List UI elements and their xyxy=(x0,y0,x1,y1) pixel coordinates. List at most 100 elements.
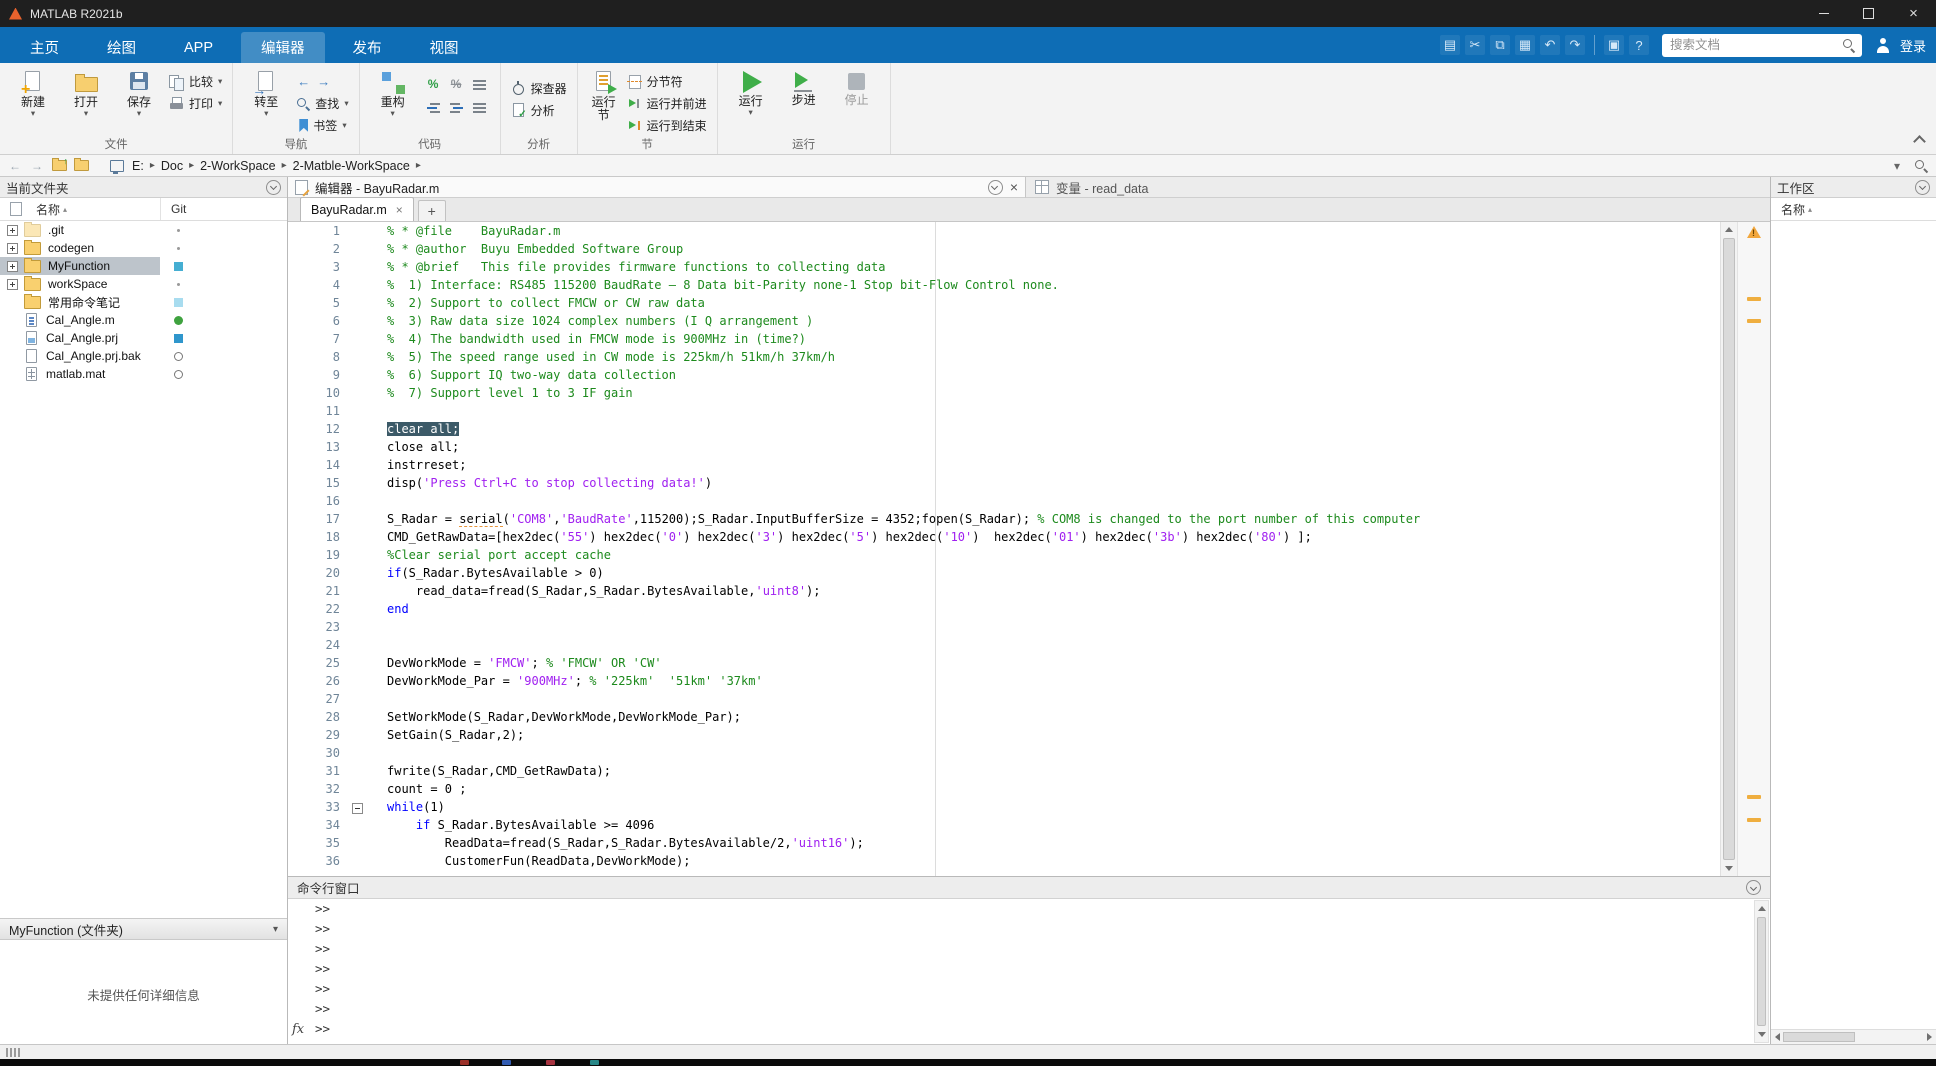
scrollbar-thumb[interactable] xyxy=(1783,1032,1855,1042)
layout-icon[interactable]: ▣ xyxy=(1604,35,1624,55)
scroll-left-icon[interactable] xyxy=(1775,1033,1780,1041)
profiler-button[interactable]: 探查器 xyxy=(511,79,567,98)
breadcrumb-segment[interactable]: Doc xyxy=(161,159,183,173)
folder-item-常用命令笔记[interactable]: 常用命令笔记 xyxy=(0,293,287,311)
address-search-icon[interactable] xyxy=(1912,158,1930,174)
expand-icon[interactable] xyxy=(7,261,18,272)
breadcrumb-segment[interactable]: 2-WorkSpace xyxy=(200,159,276,173)
run-button[interactable]: 运行▾ xyxy=(728,67,774,116)
folder-item-Cal_Angle.m[interactable]: Cal_Angle.m xyxy=(0,311,287,329)
editor-close-icon[interactable]: × xyxy=(1010,180,1018,194)
command-output[interactable]: >>>>>>>>>>>>>> xyxy=(288,899,1752,1044)
warning-mark[interactable] xyxy=(1747,795,1761,799)
scroll-down-icon[interactable] xyxy=(1755,1027,1768,1042)
scroll-down-icon[interactable] xyxy=(1721,861,1737,876)
command-prompt[interactable]: >> xyxy=(288,899,1752,919)
section-break-button[interactable]: 分节符 xyxy=(627,72,707,91)
command-window-menu-icon[interactable] xyxy=(1746,880,1761,895)
undo-icon[interactable]: ↶ xyxy=(1540,35,1560,55)
folder-item-codegen[interactable]: codegen xyxy=(0,239,287,257)
command-prompt[interactable]: >> xyxy=(288,979,1752,999)
expand-icon[interactable] xyxy=(7,279,18,290)
run-advance-button[interactable]: 运行并前进 xyxy=(627,94,707,113)
comment-icon[interactable]: % xyxy=(426,77,441,92)
breadcrumb-segment[interactable]: 2-Matble-WorkSpace xyxy=(293,159,410,173)
warning-mark[interactable] xyxy=(1747,818,1761,822)
history-forward-icon[interactable]: → xyxy=(28,158,46,174)
compare-button[interactable]: 比较▾ xyxy=(169,72,222,91)
breadcrumb-segment[interactable]: E: xyxy=(132,159,144,173)
maximize-button[interactable] xyxy=(1846,0,1891,27)
collapse-ribbon-icon[interactable] xyxy=(1913,135,1926,148)
analyze-button[interactable]: 分析 xyxy=(511,101,567,120)
warning-summary-icon[interactable] xyxy=(1747,226,1761,238)
folder-item-MyFunction[interactable]: MyFunction xyxy=(0,257,287,275)
new-tab-button[interactable]: + xyxy=(418,200,446,221)
current-folder-menu-icon[interactable] xyxy=(266,180,281,195)
save-icon[interactable]: ▤ xyxy=(1440,35,1460,55)
git-column-header[interactable]: Git xyxy=(160,198,186,220)
signin-button[interactable]: 登录 xyxy=(1900,36,1926,55)
editor-menu-icon[interactable] xyxy=(988,180,1003,195)
scroll-up-icon[interactable] xyxy=(1755,901,1768,916)
folder-item-workSpace[interactable]: workSpace xyxy=(0,275,287,293)
find-button[interactable]: 查找▾ xyxy=(296,94,348,113)
ribbon-tab-绘图[interactable]: 绘图 xyxy=(87,32,156,63)
expand-icon[interactable] xyxy=(7,225,18,236)
command-prompt[interactable]: >> xyxy=(288,919,1752,939)
command-prompt[interactable]: >> xyxy=(288,959,1752,979)
warning-mark[interactable] xyxy=(1747,297,1761,301)
open-button[interactable]: 打开▾ xyxy=(63,67,109,117)
smart-indent-icon[interactable] xyxy=(472,100,487,115)
ribbon-tab-编辑器[interactable]: 编辑器 xyxy=(241,32,325,63)
print-button[interactable]: 打印▾ xyxy=(169,94,222,113)
save-button[interactable]: 保存▾ xyxy=(116,67,162,117)
tab-bayuradar[interactable]: BayuRadar.m × xyxy=(300,197,414,221)
warning-mark[interactable] xyxy=(1747,319,1761,323)
command-prompt[interactable]: >> xyxy=(288,999,1752,1019)
editor-panel-header[interactable]: 编辑器 - BayuRadar.m × xyxy=(288,177,1026,198)
history-back-icon[interactable]: ← xyxy=(6,158,24,174)
redo-icon[interactable]: ↷ xyxy=(1565,35,1585,55)
new-button[interactable]: + 新建▾ xyxy=(10,67,56,117)
copy-icon[interactable]: ⧉ xyxy=(1490,35,1510,55)
workspace-column-header[interactable]: 名称▴ xyxy=(1771,198,1936,221)
goto-button[interactable]: → 转至▾ xyxy=(243,67,289,117)
paste-icon[interactable]: ▦ xyxy=(1515,35,1535,55)
uncomment-icon[interactable]: % xyxy=(449,77,464,92)
scroll-right-icon[interactable] xyxy=(1927,1033,1932,1041)
ribbon-tab-视图[interactable]: 视图 xyxy=(410,32,479,63)
scroll-up-icon[interactable] xyxy=(1721,222,1737,237)
doc-search-input[interactable] xyxy=(1668,37,1836,53)
indent-right-icon[interactable] xyxy=(426,100,441,115)
step-button[interactable]: 步进 xyxy=(781,67,827,107)
close-button[interactable]: × xyxy=(1891,0,1936,27)
indent-left-icon[interactable] xyxy=(449,100,464,115)
folder-item-matlab.mat[interactable]: matlab.mat xyxy=(0,365,287,383)
command-window-header[interactable]: 命令行窗口 xyxy=(288,877,1770,899)
navigate-back-icon[interactable]: ← xyxy=(296,74,311,89)
command-scrollbar[interactable] xyxy=(1754,900,1769,1043)
browse-folder-icon[interactable] xyxy=(72,158,90,174)
user-icon[interactable] xyxy=(1875,38,1891,53)
address-dropdown-icon[interactable]: ▾ xyxy=(1888,158,1906,174)
workspace-hscrollbar[interactable] xyxy=(1771,1029,1936,1044)
wrap-comments-icon[interactable] xyxy=(472,77,487,92)
search-icon[interactable] xyxy=(1842,38,1856,52)
ribbon-tab-发布[interactable]: 发布 xyxy=(333,32,402,63)
expand-icon[interactable] xyxy=(7,243,18,254)
bookmark-button[interactable]: 书签▾ xyxy=(296,116,348,135)
refactor-button[interactable]: 重构▾ xyxy=(370,67,416,117)
cut-icon[interactable]: ✂ xyxy=(1465,35,1485,55)
minimize-button[interactable] xyxy=(1801,0,1846,27)
ribbon-tab-APP[interactable]: APP xyxy=(164,32,233,63)
variables-panel-header[interactable]: 变量 - read_data xyxy=(1026,177,1770,198)
tab-close-icon[interactable]: × xyxy=(396,203,403,217)
code-editor[interactable]: 1% * @file BayuRadar.m2% * @author Buyu … xyxy=(288,222,1720,876)
run-section-button[interactable]: 运行节 xyxy=(588,67,620,122)
name-column-header[interactable]: 名称▴ xyxy=(36,201,67,218)
command-prompt[interactable]: >> xyxy=(288,1019,1752,1039)
folder-column-headers[interactable]: 名称▴ Git xyxy=(0,198,287,221)
details-collapse-icon[interactable]: ▾ xyxy=(273,924,278,935)
scrollbar-thumb[interactable] xyxy=(1723,238,1735,860)
